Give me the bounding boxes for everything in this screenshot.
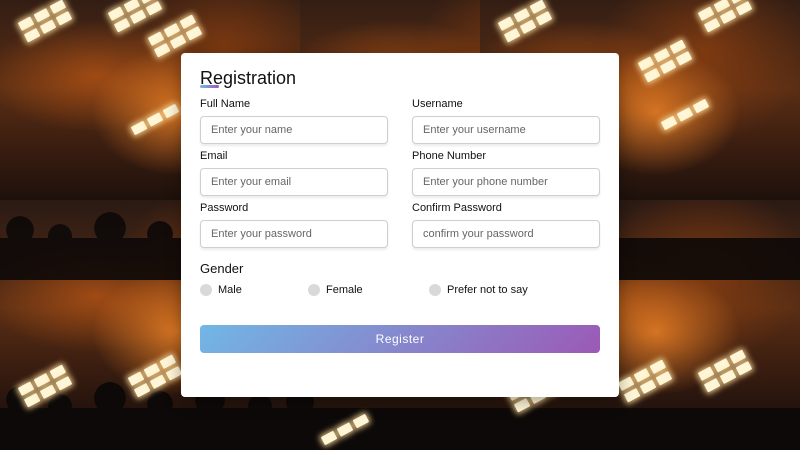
phone-field: Phone Number: [412, 150, 600, 196]
radio-circle-icon[interactable]: [308, 284, 320, 296]
gender-title: Gender: [200, 261, 244, 276]
password-label: Password: [200, 202, 249, 214]
password-input[interactable]: [200, 220, 388, 248]
full-name-label: Full Name: [200, 98, 251, 110]
radio-circle-icon[interactable]: [429, 284, 441, 296]
full-name-field: Full Name: [200, 98, 388, 144]
gender-option-prefer-not[interactable]: Prefer not to say: [429, 284, 528, 296]
email-label: Email: [200, 150, 228, 162]
username-label: Username: [412, 98, 463, 110]
radio-circle-icon[interactable]: [200, 284, 212, 296]
gender-option-label: Female: [326, 284, 363, 296]
title-underline: [200, 85, 219, 88]
phone-label: Phone Number: [412, 150, 486, 162]
username-field: Username: [412, 98, 600, 144]
registration-card: Registration Full Name Username Email Ph…: [181, 53, 619, 397]
confirm-password-input[interactable]: [412, 220, 600, 248]
gender-option-label: Prefer not to say: [447, 284, 528, 296]
confirm-password-label: Confirm Password: [412, 202, 502, 214]
email-input[interactable]: [200, 168, 388, 196]
confirm-password-field: Confirm Password: [412, 202, 600, 248]
phone-input[interactable]: [412, 168, 600, 196]
gender-option-male[interactable]: Male: [200, 284, 242, 296]
gender-option-label: Male: [218, 284, 242, 296]
full-name-input[interactable]: [200, 116, 388, 144]
password-field: Password: [200, 202, 388, 248]
username-input[interactable]: [412, 116, 600, 144]
email-field: Email: [200, 150, 388, 196]
register-button[interactable]: Register: [200, 325, 600, 353]
gender-option-female[interactable]: Female: [308, 284, 363, 296]
